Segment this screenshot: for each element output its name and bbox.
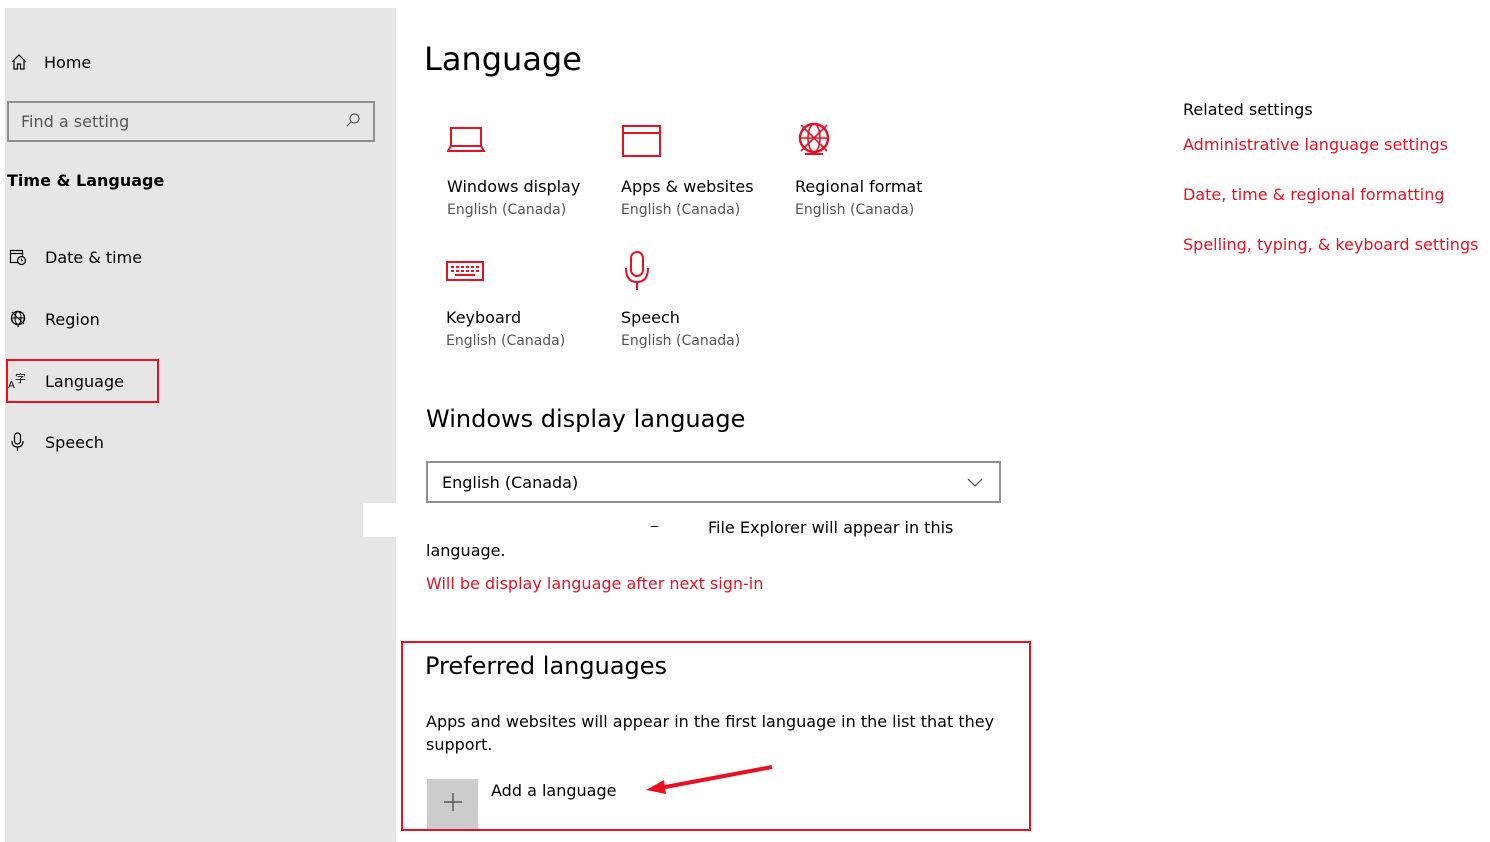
tile-sub: English (Canada) (447, 202, 567, 218)
search-icon[interactable] (345, 112, 361, 132)
section-title: Time & Language (7, 171, 165, 190)
redacted-mark (651, 526, 658, 527)
preferred-description-line1: Apps and websites will appear in the fir… (426, 712, 995, 731)
tile-keyboard[interactable]: Keyboard English (Canada) (446, 246, 606, 349)
home-nav-item[interactable]: Home (8, 50, 91, 74)
microphone-icon (621, 246, 781, 296)
sidebar-item-speech[interactable]: Speech (7, 429, 104, 455)
search-placeholder: Find a setting (21, 112, 130, 131)
link-administrative-language-settings[interactable]: Administrative language settings (1183, 135, 1448, 154)
chevron-down-icon (967, 473, 983, 492)
home-icon (8, 51, 30, 73)
sidebar: Home Find a setting Time & Language Date… (5, 8, 396, 842)
tile-label: Speech (621, 308, 680, 327)
tile-label: Windows display (447, 177, 581, 196)
tile-sub: English (Canada) (446, 333, 566, 349)
add-language-button[interactable] (427, 779, 478, 829)
tile-sub: English (Canada) (621, 202, 741, 218)
calendar-clock-icon (7, 246, 29, 268)
tile-label: Regional format (795, 177, 923, 196)
keyboard-icon (446, 246, 606, 296)
laptop-icon (447, 115, 607, 165)
home-label: Home (44, 52, 92, 72)
tile-label: Keyboard (446, 308, 522, 327)
tile-sub: English (Canada) (621, 333, 741, 349)
page-title: Language (424, 40, 582, 78)
window-icon (621, 115, 781, 165)
add-language-label[interactable]: Add a language (491, 781, 616, 800)
selection-highlight (6, 359, 159, 403)
display-language-description-line2: language. (426, 541, 506, 560)
sidebar-item-region[interactable]: Region (7, 306, 100, 332)
tile-speech[interactable]: Speech English (Canada) (621, 246, 781, 349)
link-date-time-regional-formatting[interactable]: Date, time & regional formatting (1183, 185, 1445, 204)
tile-windows-display[interactable]: Windows display English (Canada) (447, 115, 607, 218)
microphone-icon (7, 431, 29, 453)
select-value: English (Canada) (442, 472, 579, 492)
tile-sub: English (Canada) (795, 202, 915, 218)
annotation-arrow-icon (646, 765, 773, 794)
preferred-languages-heading: Preferred languages (425, 652, 668, 680)
mask-patch (363, 503, 397, 537)
plus-icon (443, 792, 463, 816)
sign-in-notice: Will be display language after next sign… (426, 574, 764, 593)
globe-icon (795, 115, 955, 165)
display-language-heading: Windows display language (426, 405, 746, 433)
link-spelling-typing-keyboard-settings[interactable]: Spelling, typing, & keyboard settings (1183, 235, 1478, 254)
tile-apps-websites[interactable]: Apps & websites English (Canada) (621, 115, 781, 218)
display-language-description-line1: File Explorer will appear in this (708, 518, 954, 537)
sidebar-item-date-time[interactable]: Date & time (7, 244, 142, 270)
preferred-description-line2: support. (426, 735, 493, 754)
sidebar-item-label: Region (45, 309, 100, 329)
sidebar-item-label: Speech (45, 432, 104, 452)
tile-regional-format[interactable]: Regional format English (Canada) (795, 115, 955, 218)
tile-label: Apps & websites (621, 177, 754, 196)
sidebar-item-label: Date & time (45, 247, 143, 267)
related-settings-title: Related settings (1183, 100, 1313, 119)
search-input[interactable]: Find a setting (7, 101, 375, 142)
globe-icon (7, 308, 29, 330)
display-language-select[interactable]: English (Canada) (426, 461, 1001, 503)
